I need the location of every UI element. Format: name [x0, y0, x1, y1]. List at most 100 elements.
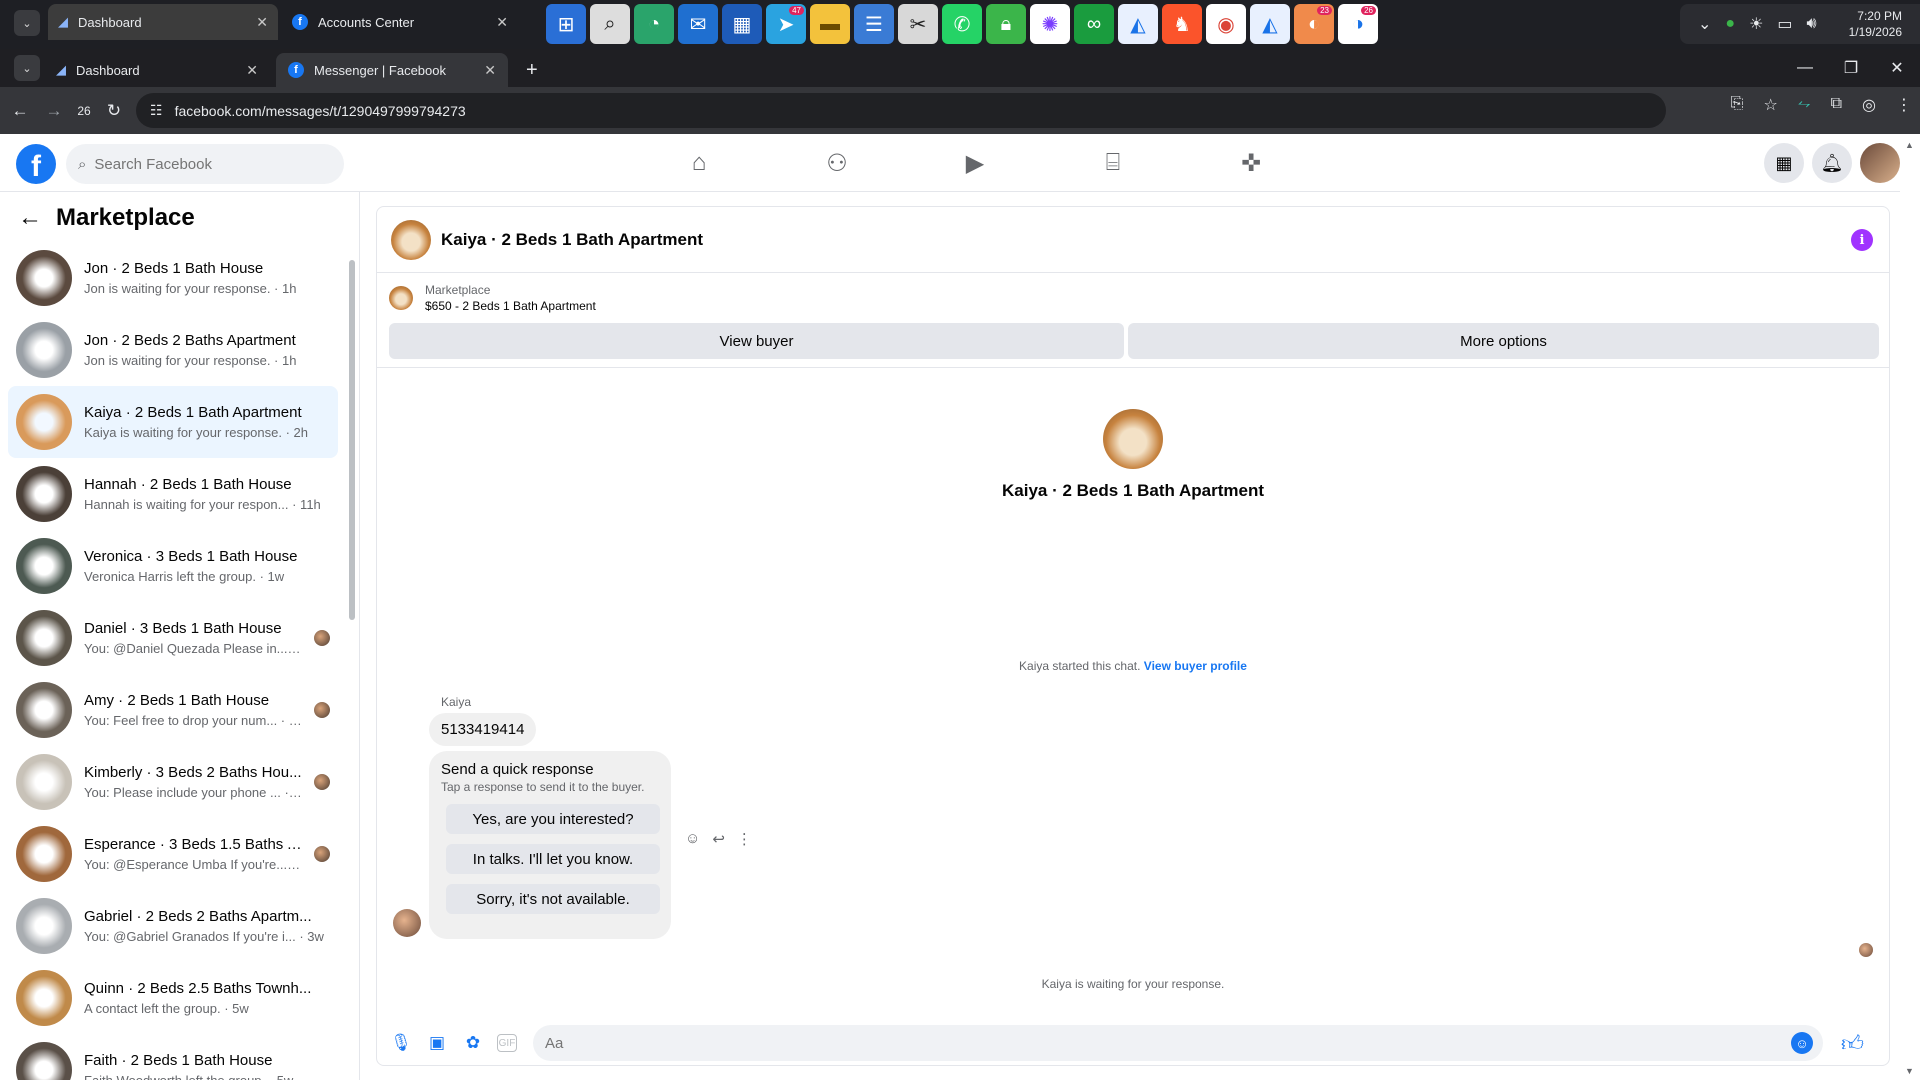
notepad-icon[interactable]: ☰ — [854, 4, 894, 44]
conversation-item[interactable]: Hannah · 2 Beds 1 Bath House Hannah is wa… — [8, 458, 338, 530]
sail-icon[interactable]: ◭ — [1118, 4, 1158, 44]
bulb-icon[interactable]: ✺ — [1030, 4, 1070, 44]
quick-response-not-available[interactable]: Sorry, it's not available. — [446, 884, 660, 914]
os-tab-dashboard[interactable]: ◢ Dashboard ✕ — [48, 4, 278, 40]
listing-thumbnail[interactable] — [391, 219, 431, 260]
account-avatar[interactable] — [1860, 143, 1900, 183]
search-box[interactable]: ⌕ — [66, 144, 344, 184]
volume-icon[interactable]: 🔊︎ — [1807, 15, 1817, 33]
intro-thumbnail[interactable] — [1103, 409, 1163, 469]
back-icon[interactable]: ← — [6, 97, 34, 125]
chrome-icon[interactable]: ◉ — [1206, 4, 1246, 44]
chat-title[interactable]: Kaiya · 2 Beds 1 Bath Apartment — [441, 230, 703, 250]
friends-icon[interactable]: ⚇ — [768, 134, 906, 192]
reload-icon[interactable]: ↻ — [100, 97, 128, 125]
conversation-item[interactable]: Esperance · 3 Beds 1.5 Baths A... You: @E… — [8, 818, 338, 890]
conversation-item[interactable]: Daniel · 3 Beds 1 Bath House You: @Daniel… — [8, 602, 338, 674]
new-tab-button[interactable]: + — [514, 53, 544, 87]
conversation-item[interactable]: Quinn · 2 Beds 2.5 Baths Townh... A conta… — [8, 962, 338, 1034]
message-bubble[interactable]: 5133419414 — [429, 713, 537, 746]
conversation-item[interactable]: Amy · 2 Beds 1 Bath House You: Feel free … — [8, 674, 338, 746]
marketplace-icon[interactable]: ⌸ — [1044, 134, 1182, 192]
profile-icon[interactable]: ◎ — [1862, 95, 1876, 115]
close-icon[interactable]: ✕ — [496, 14, 508, 31]
close-icon[interactable]: ✕ — [246, 62, 258, 79]
conversation-item[interactable]: Veronica · 3 Beds 1 Bath House Veronica H… — [8, 530, 338, 602]
view-buyer-button[interactable]: View buyer — [389, 323, 1124, 359]
brave-icon[interactable]: ♞ — [1162, 4, 1202, 44]
message-input[interactable] — [545, 1034, 1785, 1052]
sidebar-scrollbar[interactable] — [348, 242, 356, 1052]
scrollbar-thumb[interactable] — [349, 260, 355, 620]
extensions-icon[interactable]: ⧉ — [1831, 95, 1842, 115]
search-icon[interactable]: ⌕ — [590, 4, 630, 44]
reply-icon[interactable]: ↩ — [712, 830, 725, 848]
folder-icon[interactable]: ▬ — [810, 4, 850, 44]
edge-icon[interactable]: ◔ — [634, 4, 674, 44]
quick-response-in-talks[interactable]: In talks. I'll let you know. — [446, 844, 660, 874]
tab-list-dropdown-icon[interactable]: ⌄ — [14, 10, 40, 36]
conversation-item[interactable]: Kimberly · 3 Beds 2 Baths Hou... You: Ple… — [8, 746, 338, 818]
omnibox[interactable]: ☷ facebook.com/messages/t/12904979997942… — [136, 93, 1666, 128]
app-icon-2[interactable]: ◑ 26 — [1338, 4, 1378, 44]
os-tab-accounts-center[interactable]: f Accounts Center ✕ — [282, 4, 518, 40]
microphone-icon[interactable]: 🎙︎ — [389, 1031, 413, 1055]
search-input[interactable] — [94, 155, 315, 173]
photo-icon[interactable]: ▣ — [425, 1031, 449, 1055]
conversation-item[interactable]: Faith · 2 Beds 1 Bath House Faith Woodwor… — [8, 1034, 338, 1080]
menu-grid-icon[interactable]: ▦ — [1764, 143, 1804, 183]
chevron-down-icon[interactable]: ⌄ — [1698, 14, 1711, 34]
scroll-up-icon[interactable]: ▲ — [1905, 140, 1914, 150]
conversation-item[interactable]: Kaiya · 2 Beds 1 Bath Apartment Kaiya is … — [8, 386, 338, 458]
telegram-icon[interactable]: ➤ 47 — [766, 4, 806, 44]
conversation-item[interactable]: Jon · 2 Beds 1 Bath House Jon is waiting … — [8, 242, 338, 314]
back-arrow-icon[interactable]: ← — [18, 204, 42, 232]
tab-search-icon[interactable]: ⌄ — [14, 55, 40, 81]
clock[interactable]: 7:20 PM 1/19/2026 — [1849, 8, 1902, 40]
page-scrollbar[interactable]: ▲ ▼ — [1900, 134, 1920, 1080]
conversation-item[interactable]: Jon · 2 Beds 2 Baths Apartment Jon is wai… — [8, 314, 338, 386]
emoji-icon[interactable]: ☺ — [1791, 1032, 1813, 1054]
listing-price-title[interactable]: $650 - 2 Beds 1 Bath Apartment — [425, 299, 596, 313]
close-window-icon[interactable]: ✕ — [1870, 49, 1920, 87]
more-options-button[interactable]: More options — [1128, 323, 1879, 359]
close-icon[interactable]: ✕ — [484, 62, 496, 79]
gif-icon[interactable]: GIF — [497, 1034, 517, 1052]
home-icon[interactable]: ⌂ — [630, 134, 768, 192]
menu-dots-icon[interactable]: ⋮ — [1896, 95, 1912, 115]
app-icon[interactable]: ◐ 23 — [1294, 4, 1334, 44]
outlook-icon[interactable]: ✉ — [678, 4, 718, 44]
facebook-logo[interactable]: f — [16, 144, 56, 184]
history-count[interactable]: 26 — [74, 97, 94, 125]
start-icon[interactable]: ⊞ — [546, 4, 586, 44]
close-icon[interactable]: ✕ — [256, 14, 268, 31]
browser-tab-dashboard[interactable]: ◢ Dashboard ✕ — [44, 53, 270, 87]
extension-sail-icon[interactable]: ⥊ — [1798, 95, 1811, 115]
sender-avatar[interactable] — [393, 909, 421, 937]
video-icon[interactable]: ▶ — [906, 134, 1044, 192]
gaming-icon[interactable]: ✜ — [1182, 134, 1320, 192]
sail-icon-2[interactable]: ◭ — [1250, 4, 1290, 44]
brightness-icon[interactable]: ☀ — [1749, 14, 1763, 34]
view-buyer-profile-link[interactable]: View buyer profile — [1144, 659, 1247, 673]
conversation-item[interactable]: Gabriel · 2 Beds 2 Baths Apartm... You: @… — [8, 890, 338, 962]
sticker-icon[interactable]: ✿ — [461, 1031, 485, 1055]
site-info-icon[interactable]: ☷ — [150, 102, 163, 119]
install-icon[interactable]: ⎘ — [1731, 95, 1744, 115]
forward-icon[interactable]: → — [40, 97, 68, 125]
whatsapp-icon[interactable]: ✆ — [942, 4, 982, 44]
info-icon[interactable]: i — [1851, 229, 1873, 251]
quick-response-yes[interactable]: Yes, are you interested? — [446, 804, 660, 834]
scroll-down-icon[interactable]: ▼ — [1905, 1066, 1914, 1076]
store-icon[interactable]: ▦ — [722, 4, 762, 44]
notifications-bell-icon[interactable]: 🔔︎ — [1812, 143, 1852, 183]
lock-icon[interactable]: 🔒︎ — [986, 4, 1026, 44]
thumbs-up-icon[interactable]: 👍︎ — [1841, 1030, 1864, 1057]
more-dots-icon[interactable]: ⋮ — [737, 830, 752, 848]
display-icon[interactable]: ▭ — [1777, 14, 1792, 34]
infinity-icon[interactable]: ∞ — [1074, 4, 1114, 44]
react-emoji-icon[interactable]: ☺ — [685, 830, 700, 848]
bookmark-star-icon[interactable]: ☆ — [1763, 95, 1777, 115]
tool-icon[interactable]: ✂ — [898, 4, 938, 44]
browser-tab-messenger[interactable]: f Messenger | Facebook ✕ — [276, 53, 508, 87]
